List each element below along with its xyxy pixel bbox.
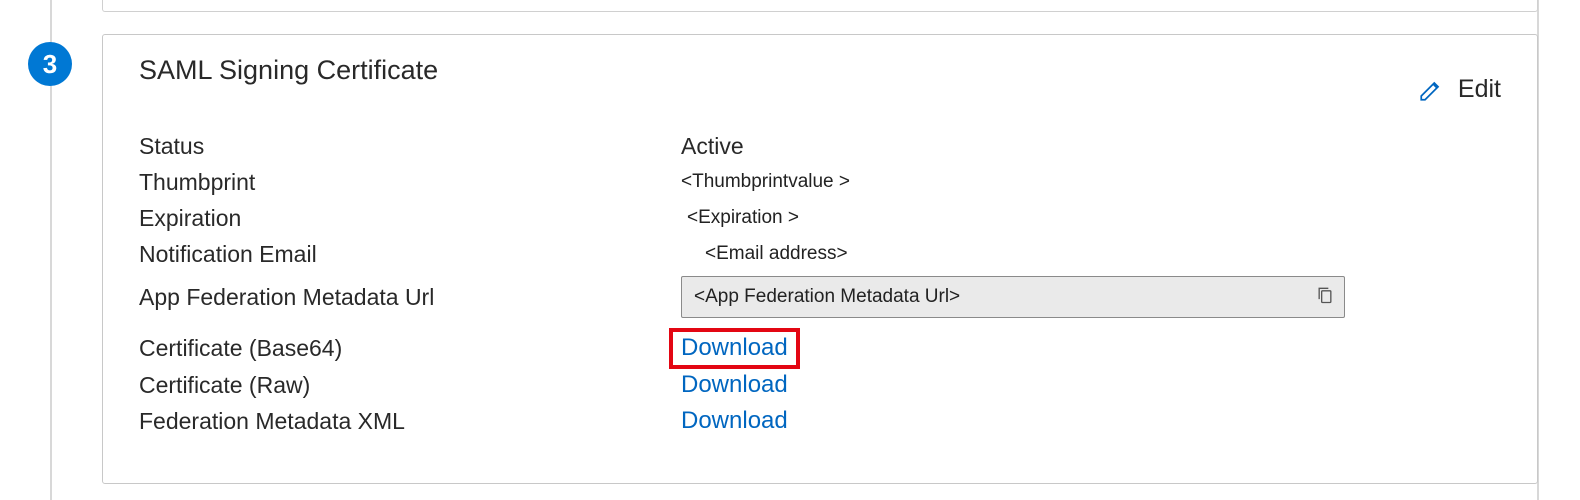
download-certificate-raw-link[interactable]: Download (681, 371, 788, 398)
edit-button[interactable]: Edit (1418, 75, 1501, 104)
app-federation-metadata-url-label: App Federation Metadata Url (139, 284, 681, 311)
federation-metadata-xml-label: Federation Metadata XML (139, 408, 681, 435)
thumbprint-value: <Thumbprintvalue > (681, 171, 1501, 193)
copy-button[interactable] (1314, 286, 1336, 308)
status-value: Active (681, 133, 1501, 160)
saml-signing-certificate-card: SAML Signing Certificate Edit Status Act… (102, 34, 1538, 484)
app-federation-metadata-url-value: <App Federation Metadata Url> (694, 286, 1314, 308)
notification-email-label: Notification Email (139, 241, 681, 268)
status-label: Status (139, 133, 681, 160)
download-federation-metadata-xml-link[interactable]: Download (681, 407, 788, 434)
download-certificate-base64-link[interactable]: Download (669, 328, 800, 369)
expiration-label: Expiration (139, 205, 681, 232)
edit-label: Edit (1458, 75, 1501, 104)
copy-icon (1315, 284, 1335, 311)
fields-section: Status Active Thumbprint <Thumbprintvalu… (139, 128, 1501, 439)
expiration-value: <Expiration > (681, 207, 1501, 229)
app-federation-metadata-url-field[interactable]: <App Federation Metadata Url> (681, 276, 1345, 318)
card-heading: SAML Signing Certificate (139, 55, 1501, 86)
step-number-badge: 3 (28, 42, 72, 86)
pencil-icon (1418, 77, 1444, 103)
thumbprint-label: Thumbprint (139, 169, 681, 196)
certificate-base64-label: Certificate (Base64) (139, 335, 681, 362)
notification-email-value: <Email address> (681, 243, 1501, 265)
certificate-raw-label: Certificate (Raw) (139, 372, 681, 399)
previous-card-bottom-edge (102, 0, 1538, 12)
